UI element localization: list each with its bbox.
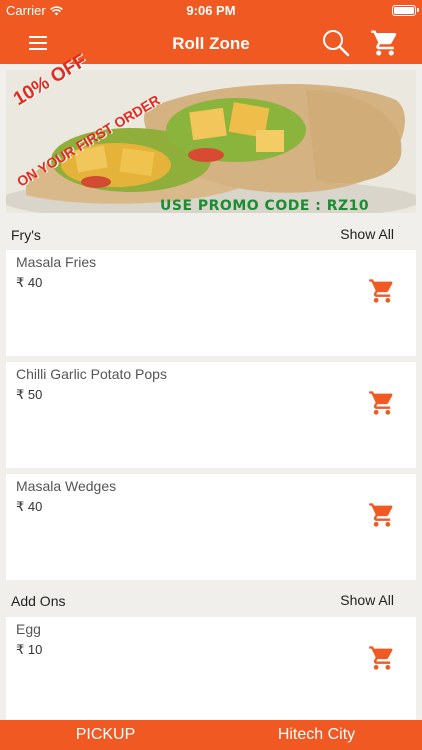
location-button[interactable]: Hitech City xyxy=(211,726,422,744)
promo-banner[interactable] xyxy=(6,70,416,213)
status-time: 9:06 PM xyxy=(186,3,236,18)
item-name: Egg xyxy=(16,621,41,637)
add-to-cart-icon[interactable] xyxy=(368,644,396,672)
section-title: Fry's xyxy=(11,227,41,243)
item-price: ₹ 40 xyxy=(16,499,43,514)
list-item[interactable]: Masala Wedges ₹ 40 xyxy=(6,474,416,580)
status-bar: Carrier 9:06 PM xyxy=(0,0,422,22)
promo-code-text: USE PROMO CODE : RZ10 xyxy=(160,198,370,214)
item-price: ₹ 50 xyxy=(16,387,43,402)
battery-icon xyxy=(392,5,419,16)
section-title: Add Ons xyxy=(11,593,66,609)
add-to-cart-icon[interactable] xyxy=(368,501,396,529)
show-all-link[interactable]: Show All xyxy=(340,592,394,608)
app-header: Roll Zone xyxy=(0,22,422,64)
add-to-cart-icon[interactable] xyxy=(368,389,396,417)
bottom-bar: PICKUP Hitech City xyxy=(0,720,422,750)
list-item[interactable]: Chilli Garlic Potato Pops ₹ 50 xyxy=(6,362,416,468)
section-header-frys: Fry's Show All xyxy=(0,218,422,250)
list-item[interactable]: Masala Fries ₹ 40 xyxy=(6,250,416,356)
section-header-add-ons: Add Ons Show All xyxy=(0,584,422,616)
item-name: Chilli Garlic Potato Pops xyxy=(16,366,167,382)
cart-icon[interactable] xyxy=(370,28,400,58)
page-title: Roll Zone xyxy=(172,34,250,53)
add-to-cart-icon[interactable] xyxy=(368,277,396,305)
item-price: ₹ 40 xyxy=(16,275,43,290)
item-name: Masala Wedges xyxy=(16,478,117,494)
search-icon[interactable] xyxy=(321,28,351,58)
wrap-image xyxy=(6,70,416,213)
show-all-link[interactable]: Show All xyxy=(340,226,394,242)
item-name: Masala Fries xyxy=(16,254,97,270)
item-price: ₹ 10 xyxy=(16,642,43,657)
list-item[interactable]: Egg ₹ 10 xyxy=(6,617,416,723)
pickup-button[interactable]: PICKUP xyxy=(0,726,211,744)
